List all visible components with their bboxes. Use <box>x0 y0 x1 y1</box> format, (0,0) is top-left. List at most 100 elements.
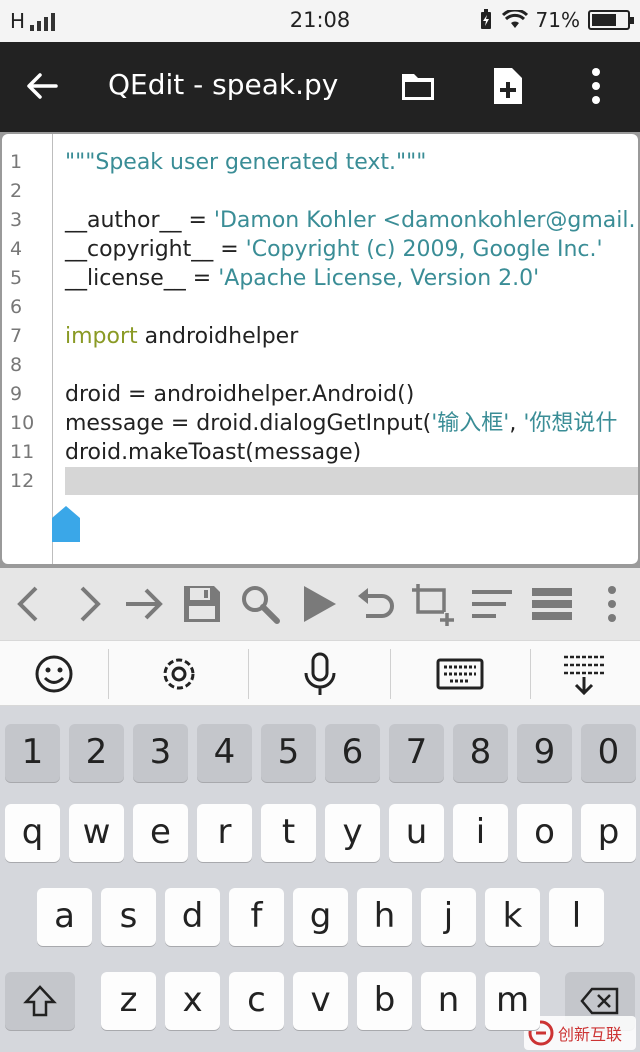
key-j[interactable]: j <box>421 888 476 946</box>
code-line[interactable]: 11 droid.makeToast(message) <box>2 438 638 467</box>
microphone-icon[interactable] <box>296 651 344 697</box>
key-8[interactable]: 8 <box>453 724 508 782</box>
key-z[interactable]: z <box>101 972 156 1030</box>
overflow-menu-icon[interactable] <box>574 64 618 108</box>
undo-icon[interactable] <box>354 582 398 626</box>
key-i[interactable]: i <box>453 804 508 862</box>
line-number: 1 <box>10 151 23 173</box>
app-bar: QEdit - speak.py <box>0 42 640 132</box>
code-editor[interactable]: 1 """Speak user generated text.""" 2 3 __aut… <box>2 134 638 564</box>
key-5[interactable]: 5 <box>261 724 316 782</box>
key-n[interactable]: n <box>421 972 476 1030</box>
key-7[interactable]: 7 <box>389 724 444 782</box>
code-line[interactable]: 8 <box>2 351 638 380</box>
page-title: QEdit - speak.py <box>108 68 339 101</box>
key-0[interactable]: 0 <box>581 724 636 782</box>
key-3[interactable]: 3 <box>133 724 188 782</box>
code-token: __copyright__ = <box>65 237 246 262</box>
key-d[interactable]: d <box>165 888 220 946</box>
folder-icon[interactable] <box>396 64 440 108</box>
soft-keyboard: 创新互联 1234567890 qwertyuiop asdfghjkl zxcvbn… <box>0 706 640 1052</box>
format-icon[interactable] <box>470 582 514 626</box>
key-p[interactable]: p <box>581 804 636 862</box>
code-line[interactable]: 7 import androidhelper <box>2 322 638 351</box>
key-1[interactable]: 1 <box>5 724 60 782</box>
line-number: 6 <box>10 296 23 318</box>
line-number: 9 <box>10 383 23 405</box>
key-s[interactable]: s <box>101 888 156 946</box>
settings-icon[interactable] <box>155 651 203 697</box>
code-text: __license__ = 'Apache License, Version 2… <box>65 264 539 293</box>
code-token: message = droid.dialogGetInput( <box>65 411 432 436</box>
key-v[interactable]: v <box>293 972 348 1030</box>
battery-percent: 71% <box>535 8 580 32</box>
keyboard-icon[interactable] <box>436 651 484 697</box>
key-2[interactable]: 2 <box>69 724 124 782</box>
chevron-left-icon[interactable] <box>8 582 52 626</box>
hide-keyboard-icon[interactable] <box>560 651 608 697</box>
more-icon[interactable] <box>590 582 634 626</box>
back-arrow-icon[interactable] <box>22 66 62 106</box>
key-u[interactable]: u <box>389 804 444 862</box>
backspace-icon <box>580 987 619 1015</box>
key-a[interactable]: a <box>37 888 92 946</box>
code-line[interactable]: 9 droid = androidhelper.Android() <box>2 380 638 409</box>
add-snippet-icon[interactable] <box>410 582 454 626</box>
key-x[interactable]: x <box>165 972 220 1030</box>
code-line[interactable]: 5 __license__ = 'Apache License, Version … <box>2 264 638 293</box>
key-c[interactable]: c <box>229 972 284 1030</box>
key-4[interactable]: 4 <box>197 724 252 782</box>
chevron-right-icon[interactable] <box>66 582 110 626</box>
code-text: droid = androidhelper.Android() <box>65 380 414 409</box>
list-icon[interactable] <box>530 582 574 626</box>
line-number: 3 <box>10 209 23 231</box>
new-file-icon[interactable] <box>486 64 530 108</box>
key-b[interactable]: b <box>357 972 412 1030</box>
code-text: import androidhelper <box>65 322 298 351</box>
code-text: """Speak user generated text.""" <box>65 148 426 177</box>
key-o[interactable]: o <box>517 804 572 862</box>
run-icon[interactable] <box>296 582 340 626</box>
string-token: 'Copyright (c) 2009, Google Inc.' <box>245 237 603 262</box>
line-number: 7 <box>10 325 23 347</box>
string-token: 'Apache License, Version 2.0' <box>218 266 540 291</box>
keyword-token: import <box>65 324 138 349</box>
key-9[interactable]: 9 <box>517 724 572 782</box>
save-icon[interactable] <box>180 582 224 626</box>
text-cursor-handle[interactable] <box>50 504 82 544</box>
code-line[interactable]: 10 message = droid.dialogGetInput('输入框', … <box>2 409 638 438</box>
code-token: droid = androidhelper.Android() <box>65 382 415 407</box>
key-l[interactable]: l <box>549 888 604 946</box>
code-text: __copyright__ = 'Copyright (c) 2009, Goo… <box>65 235 603 264</box>
arrow-right-icon[interactable] <box>122 582 166 626</box>
key-m[interactable]: m <box>485 972 540 1030</box>
wifi-icon <box>501 10 528 28</box>
code-line[interactable]: 4 __copyright__ = 'Copyright (c) 2009, Go… <box>2 235 638 264</box>
key-6[interactable]: 6 <box>325 724 380 782</box>
key-w[interactable]: w <box>69 804 124 862</box>
key-t[interactable]: t <box>261 804 316 862</box>
string-token: '你想说什 <box>523 411 618 436</box>
string-token: """Speak user generated text.""" <box>65 150 427 175</box>
code-line[interactable]: 1 """Speak user generated text.""" <box>2 148 638 177</box>
code-line[interactable]: 2 <box>2 177 638 206</box>
key-q[interactable]: q <box>5 804 60 862</box>
key-r[interactable]: r <box>197 804 252 862</box>
key-h[interactable]: h <box>357 888 412 946</box>
key-k[interactable]: k <box>485 888 540 946</box>
code-line[interactable]: 12 <box>2 467 638 496</box>
key-y[interactable]: y <box>325 804 380 862</box>
emoji-icon[interactable] <box>30 651 78 697</box>
code-line[interactable]: 6 <box>2 293 638 322</box>
code-token: , <box>509 411 524 436</box>
code-token: __license__ = <box>65 266 219 291</box>
line-number: 2 <box>10 180 23 202</box>
code-line[interactable]: 3 __author__ = 'Damon Kohler <damonkohler… <box>2 206 638 235</box>
key-g[interactable]: g <box>293 888 348 946</box>
string-token: 'Damon Kohler <damonkohler@gmail. <box>213 208 636 233</box>
shift-key[interactable] <box>5 972 75 1030</box>
key-f[interactable]: f <box>229 888 284 946</box>
string-token: '输入框' <box>431 411 510 436</box>
search-icon[interactable] <box>238 582 282 626</box>
key-e[interactable]: e <box>133 804 188 862</box>
